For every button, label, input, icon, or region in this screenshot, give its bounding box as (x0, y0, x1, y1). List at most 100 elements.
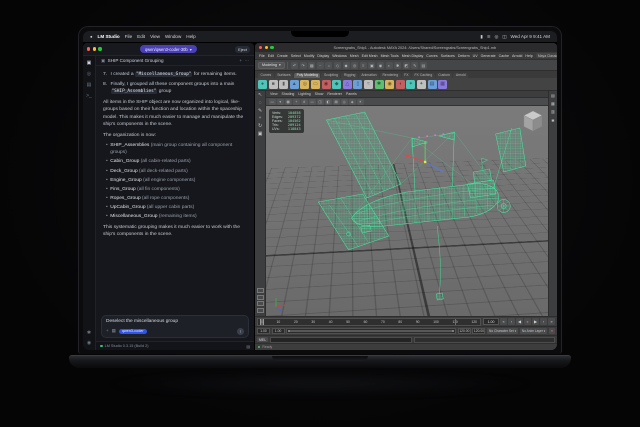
disc-icon[interactable]: ◉ (322, 80, 331, 89)
user-icon[interactable]: ◉ (87, 341, 91, 346)
harmonics-icon[interactable]: ✶ (406, 80, 415, 89)
snap-point-icon[interactable]: • (325, 62, 332, 69)
menubar-item[interactable]: File (125, 34, 132, 39)
construction-icon[interactable]: ▣ (368, 62, 375, 69)
mel-language-toggle[interactable]: MEL (257, 337, 268, 342)
platonic-icon[interactable]: ◆ (332, 80, 341, 89)
cylinder-icon[interactable]: ▮ (279, 80, 288, 89)
step-back-icon[interactable]: ‹ (508, 318, 515, 325)
helix-icon[interactable]: ≈ (364, 80, 373, 89)
panel-menu-item[interactable]: Shading (282, 92, 295, 96)
gate-mask-icon[interactable]: ◧ (325, 99, 332, 105)
maya-menu-item[interactable]: UV (473, 54, 478, 58)
maya-menu-item[interactable]: Generate (481, 54, 496, 58)
developer-icon[interactable]: >_ (86, 94, 92, 99)
hud-toggle-icon[interactable]: ▤ (333, 99, 340, 105)
zoom-button[interactable] (98, 47, 101, 50)
message-composer[interactable]: Deselect the miscellaneous group +▦ qwen… (101, 315, 249, 338)
record-icon[interactable]: ● (524, 318, 531, 325)
torus-icon[interactable]: ◎ (300, 80, 309, 89)
maya-menu-item[interactable]: Curves (426, 54, 437, 58)
pyramid-icon[interactable]: △ (343, 80, 352, 89)
maya-menu-item[interactable]: Mesh (350, 54, 359, 58)
ultra-icon[interactable]: ✦ (417, 80, 426, 89)
play-back-icon[interactable]: ◀ (516, 318, 523, 325)
make-live-icon[interactable]: ◎ (351, 62, 358, 69)
paint-icon[interactable]: ✎ (258, 110, 262, 115)
sphere-icon[interactable]: ● (258, 80, 267, 89)
grid-icon[interactable]: # (301, 99, 308, 105)
lighting-icon[interactable]: ☀ (357, 99, 364, 105)
wire-shaded-icon[interactable]: ◈ (349, 99, 356, 105)
maya-menu-item[interactable]: Windows (332, 54, 347, 58)
menubar-item[interactable]: Window (165, 34, 181, 39)
maya-menu-item[interactable]: Select (291, 54, 301, 58)
send-button[interactable]: ↑ (237, 328, 244, 335)
zoom-button[interactable] (270, 46, 273, 49)
plus-icon[interactable]: + (106, 328, 109, 334)
maya-menu-item[interactable]: Modify (304, 54, 315, 58)
snap-curve-icon[interactable]: ~ (317, 62, 324, 69)
tile-icon[interactable]: ▦ (438, 80, 447, 89)
plane-icon[interactable]: ▭ (311, 80, 320, 89)
gear-icon[interactable]: ✱ (375, 80, 384, 89)
maya-menu-item[interactable]: Mesh Display (402, 54, 424, 58)
pipe-icon[interactable]: ▯ (353, 80, 362, 89)
models-icon[interactable]: ▤ (87, 83, 92, 88)
menu-set-dropdown[interactable]: Modeling ▾ (258, 62, 285, 69)
composer-input[interactable]: Deselect the miscellaneous group (106, 319, 244, 324)
wifi-icon[interactable]: ≋ (487, 34, 491, 40)
modeling-toolkit-icon[interactable]: ▦ (551, 102, 555, 106)
maya-menu-item[interactable]: Edit (268, 54, 274, 58)
panel-menu-item[interactable]: Show (315, 92, 324, 96)
render-settings-icon[interactable]: ✱ (394, 62, 401, 69)
command-line-input[interactable] (270, 337, 411, 343)
maya-menu-item[interactable]: Create (277, 54, 288, 58)
res-gate-icon[interactable]: ◫ (317, 99, 324, 105)
menubar-item[interactable]: Edit (137, 34, 145, 39)
image-plane-icon[interactable]: ▦ (285, 99, 292, 105)
select-icon[interactable]: ↖ (258, 94, 262, 99)
playback-end-field[interactable]: 120.00 (458, 328, 471, 335)
anim-start-field[interactable]: 1.00 (257, 328, 270, 335)
discover-icon[interactable]: ◎ (87, 72, 91, 77)
active-app-name[interactable]: LM Studio (98, 34, 120, 39)
soccer-icon[interactable]: ◉ (385, 80, 394, 89)
apple-menu-icon[interactable]: ● (90, 34, 93, 39)
search-icon[interactable]: ◎ (495, 34, 499, 40)
panel-menu-item[interactable]: View (270, 92, 278, 96)
render-icon[interactable]: ◉ (377, 62, 384, 69)
lock-camera-icon[interactable]: ▭ (269, 99, 276, 105)
auto-keyframe-toggle[interactable]: ● (549, 328, 555, 334)
undo-icon[interactable]: ↶ (291, 62, 298, 69)
film-gate-icon[interactable]: ▭ (309, 99, 316, 105)
ipr-icon[interactable]: ◐ (386, 62, 393, 69)
resource-monitor-icon[interactable]: ▤ (246, 344, 250, 349)
skip-start-icon[interactable]: « (500, 318, 507, 325)
time-slider[interactable]: 1102030405060708090100110120 (257, 318, 481, 326)
menubar-item[interactable]: View (150, 34, 160, 39)
model-chip[interactable]: qwen3-coder (119, 329, 147, 334)
chat-message-area[interactable]: 7. I created a "Miscellaneous_Group" for… (96, 66, 254, 311)
xray-icon[interactable]: ◎ (341, 99, 348, 105)
step-fwd-icon[interactable]: › (540, 318, 547, 325)
panel-menu-item[interactable]: Lighting (298, 92, 310, 96)
history-icon[interactable]: ≡ (360, 62, 367, 69)
chat-icon[interactable]: ▣ (87, 61, 92, 66)
panel-menu-item[interactable]: Panels (346, 92, 357, 96)
menubar-clock[interactable]: Wed Apr 9 9:41 AM (511, 34, 551, 39)
control-center-icon[interactable]: ◫ (502, 34, 506, 40)
maya-menu-item[interactable]: Help (525, 54, 532, 58)
anim-layer-dropdown[interactable]: No Anim Layer▾ (520, 328, 548, 335)
brick-icon[interactable]: ▤ (428, 80, 437, 89)
current-frame-marker[interactable] (260, 319, 264, 325)
menubar-item[interactable]: Help (186, 34, 195, 39)
new-chat-icon[interactable]: + (240, 58, 243, 63)
outliner-layout-button[interactable] (257, 308, 264, 313)
minimize-button[interactable] (93, 47, 96, 50)
battery-icon[interactable]: ▮ (480, 34, 482, 40)
attribute-editor-icon[interactable]: ▥ (551, 110, 555, 114)
split-pane-layout-button[interactable] (257, 301, 264, 306)
view-cube[interactable] (522, 110, 544, 132)
four-pane-layout-button[interactable] (257, 295, 264, 300)
